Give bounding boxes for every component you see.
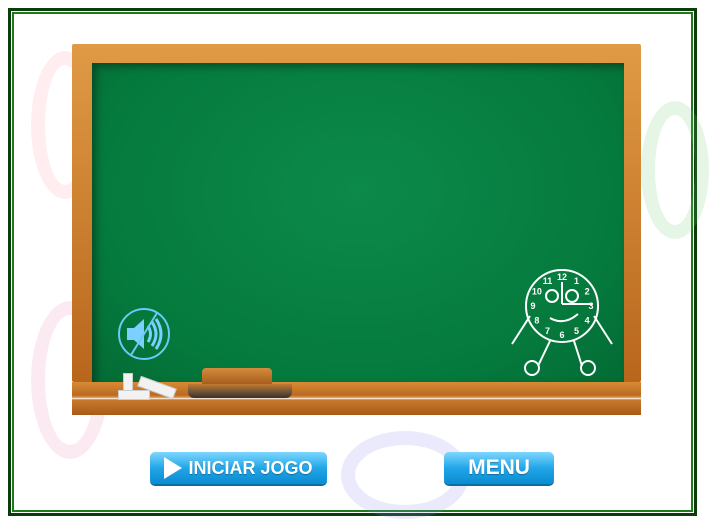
clock-character: 12 12 3 45678 9 1011: [511, 269, 613, 376]
start-game-label: INICIAR JOGO: [188, 457, 313, 478]
clock-number: 3: [588, 301, 593, 311]
clock-number: 11: [543, 276, 553, 286]
clock-number: 2: [585, 287, 590, 297]
menu-button[interactable]: MENU: [444, 452, 554, 484]
play-icon: [164, 457, 183, 479]
clock-number: 7: [545, 326, 550, 336]
clock-number: 5: [574, 326, 579, 336]
background-doodle: [641, 101, 709, 239]
clock-number: 9: [530, 301, 535, 311]
clock-number: 12: [557, 272, 567, 282]
speaker-muted-icon: [118, 308, 170, 360]
clock-number: 8: [534, 316, 539, 326]
chalk-piece: [118, 390, 150, 400]
clock-number: 6: [559, 330, 564, 340]
clock-number: 4: [585, 316, 590, 326]
eraser-base: [188, 384, 292, 398]
menu-label: MENU: [468, 456, 530, 479]
clock-number: 10: [532, 287, 542, 297]
eraser: [202, 368, 272, 384]
sound-toggle-button[interactable]: [117, 307, 171, 361]
start-game-button[interactable]: INICIAR JOGO: [150, 452, 327, 484]
clock-number: 1: [574, 276, 579, 286]
